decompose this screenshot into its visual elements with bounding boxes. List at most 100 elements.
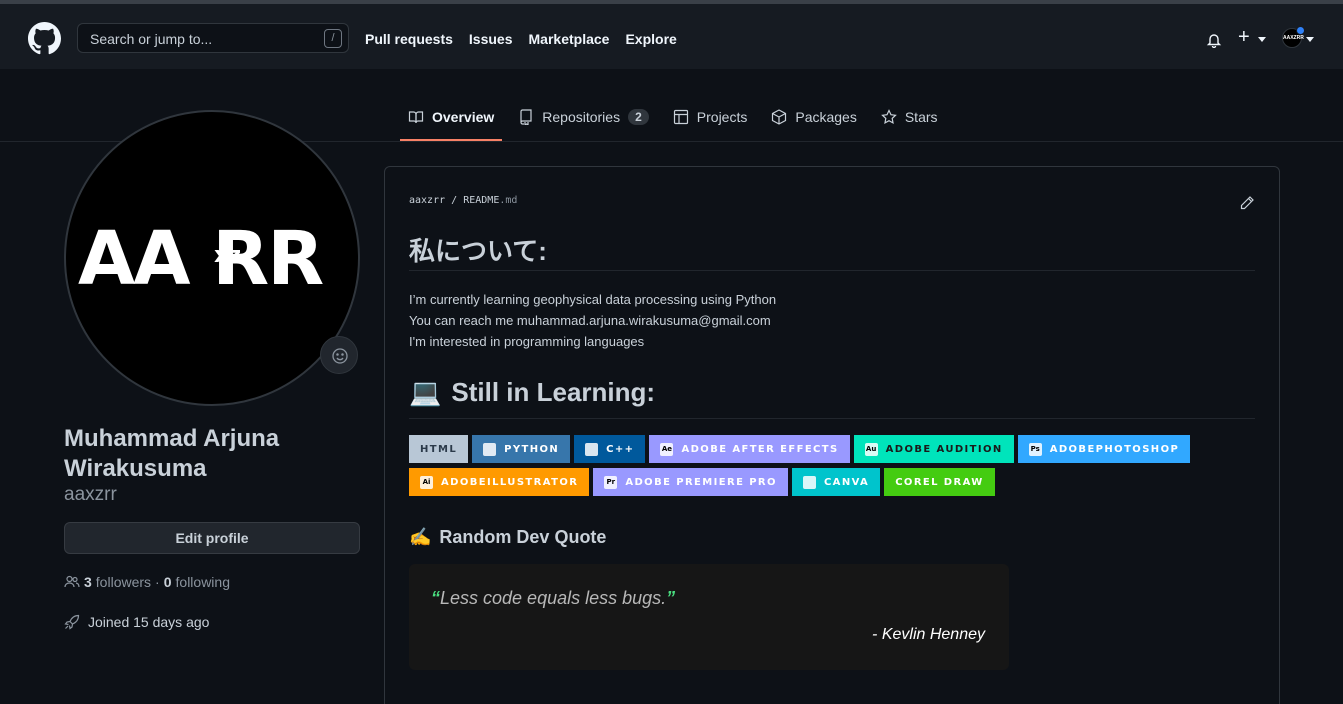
table-icon: [673, 109, 688, 125]
skill-badge: Ps ADOBEPHOTOSHOP: [1017, 435, 1191, 463]
search-input[interactable]: Search or jump to... /: [77, 23, 349, 53]
badge-label: HTML: [420, 443, 458, 455]
search-shortcut-key: /: [324, 29, 342, 48]
star-icon: [881, 109, 897, 125]
nav-marketplace[interactable]: Marketplace: [529, 31, 610, 47]
tab-label: Stars: [904, 109, 938, 125]
intro-line: You can reach me muhammad.arjuna.wirakus…: [409, 313, 771, 328]
profile-full-name: Muhammad Arjuna Wirakusuma: [64, 425, 280, 482]
skill-badge: CANVA: [791, 468, 881, 496]
profile-tabs: Overview Repositories 2 Projects Package…: [400, 95, 954, 141]
following-label[interactable]: following: [176, 574, 230, 590]
follow-separator: ·: [155, 574, 160, 590]
learning-heading-text: Still in Learning:: [451, 377, 656, 407]
profile-avatar[interactable]: AA RR xz: [64, 110, 360, 406]
badge-label: ADOBEILLUSTRATOR: [441, 476, 579, 488]
badge-label: CANVA: [823, 476, 870, 488]
quote-text: “Less code equals less bugs.”: [431, 588, 675, 609]
chevron-down-icon: [1258, 37, 1266, 42]
laptop-icon: 💻: [409, 377, 442, 407]
readme-intro: I’m currently learning geophysical data …: [409, 289, 776, 352]
book-icon: [408, 111, 424, 124]
tab-label: Repositories: [542, 109, 621, 125]
people-icon: [64, 575, 80, 588]
badge-label: ADOBE AFTER EFFECTS: [681, 443, 839, 455]
readme-owner[interactable]: aaxzrr: [409, 195, 445, 206]
skill-badges: HTML PYTHON C++ Ae ADOBE AFTER EFFECTS Au ADOB…: [409, 435, 1209, 496]
badge-label: C++: [606, 443, 635, 455]
badge-logo-icon: [585, 442, 599, 456]
quote-author: - Kevlin Henney: [872, 626, 985, 643]
create-new-icon[interactable]: +: [1238, 27, 1250, 47]
pencil-icon[interactable]: [1239, 195, 1255, 211]
tab-label: Packages: [795, 109, 857, 125]
tab-repositories[interactable]: Repositories 2: [510, 95, 657, 139]
rocket-icon: [64, 614, 80, 630]
badge-logo-icon: Pr: [604, 475, 618, 489]
readme-breadcrumb: aaxzrr / README.md: [409, 195, 517, 206]
followers-count[interactable]: 3: [84, 574, 92, 590]
notification-dot: [1296, 26, 1305, 35]
tab-label: Projects: [696, 109, 748, 125]
badge-logo-icon: Au: [864, 442, 878, 456]
skill-badge: PYTHON: [472, 435, 571, 463]
follow-stats: 3 followers · 0 following: [64, 574, 230, 590]
dev-quote-card: “Less code equals less bugs.” - Kevlin H…: [409, 564, 1009, 670]
repo-icon: [520, 109, 532, 125]
badge-logo-icon: [802, 475, 816, 489]
set-status-button[interactable]: [320, 336, 358, 374]
badge-logo-icon: [483, 442, 497, 456]
intro-line: I'm interested in programming languages: [409, 334, 645, 349]
quote-open-mark: “: [431, 588, 440, 608]
profile-readme: aaxzrr / README.md 私について: I’m currently …: [384, 166, 1280, 704]
tab-overview[interactable]: Overview: [400, 95, 503, 141]
following-count[interactable]: 0: [164, 574, 172, 590]
readme-extension: .md: [499, 195, 518, 206]
edit-profile-button[interactable]: Edit profile: [64, 522, 360, 554]
skill-badge: HTML: [409, 435, 469, 463]
quote-heading-text: Random Dev Quote: [439, 527, 607, 547]
top-header: Search or jump to... / Pull requests Iss…: [0, 6, 1343, 69]
skill-badge: C++: [574, 435, 646, 463]
quote-body: Less code equals less bugs.: [440, 588, 667, 608]
nav-pull-requests[interactable]: Pull requests: [365, 31, 453, 47]
tab-label: Overview: [432, 109, 495, 125]
scroll-indicator: [0, 0, 1343, 4]
nav-issues[interactable]: Issues: [469, 31, 513, 47]
profile-username: aaxzrr: [64, 484, 117, 505]
badge-logo-icon: Ai: [420, 475, 433, 489]
package-icon: [772, 109, 787, 125]
skill-badge: Pr ADOBE PREMIERE PRO: [593, 468, 788, 496]
bell-icon[interactable]: [1206, 32, 1222, 48]
quote-heading: ✍️ Random Dev Quote: [409, 527, 606, 548]
tab-packages[interactable]: Packages: [763, 95, 864, 139]
intro-line: I’m currently learning geophysical data …: [409, 292, 777, 307]
writing-hand-icon: ✍️: [409, 527, 432, 547]
badge-label: ADOBEPHOTOSHOP: [1049, 443, 1180, 455]
skill-badge: Ae ADOBE AFTER EFFECTS: [649, 435, 850, 463]
github-logo-icon[interactable]: [28, 22, 61, 55]
avatar-logo-small: xz: [214, 243, 241, 268]
tab-stars[interactable]: Stars: [873, 95, 946, 139]
heading-divider: [409, 270, 1255, 271]
avatar-chevron-down-icon: [1306, 37, 1314, 42]
tab-projects[interactable]: Projects: [665, 95, 756, 139]
avatar-logo: AA RR xz: [78, 216, 325, 302]
nav-explore[interactable]: Explore: [625, 31, 676, 47]
learning-heading: 💻 Still in Learning:: [409, 377, 655, 408]
avatar-logo-text: AA RR: [78, 216, 323, 302]
readme-heading: 私について:: [409, 236, 547, 266]
badge-label: COREL DRAW: [895, 476, 984, 488]
skill-badge: COREL DRAW: [884, 468, 995, 496]
quote-close-mark: ”: [666, 588, 676, 608]
learning-divider: [409, 418, 1255, 419]
followers-label[interactable]: followers: [96, 574, 151, 590]
badge-label: ADOBE PREMIERE PRO: [625, 476, 777, 488]
breadcrumb-separator: /: [451, 195, 458, 206]
smiley-icon: [332, 348, 348, 364]
skill-badge: Ai ADOBEILLUSTRATOR: [409, 468, 590, 496]
readme-filename[interactable]: README: [463, 195, 499, 206]
badge-label: PYTHON: [504, 443, 560, 455]
badge-label: ADOBE AUDITION: [885, 443, 1003, 455]
badge-logo-icon: Ps: [1028, 442, 1042, 456]
